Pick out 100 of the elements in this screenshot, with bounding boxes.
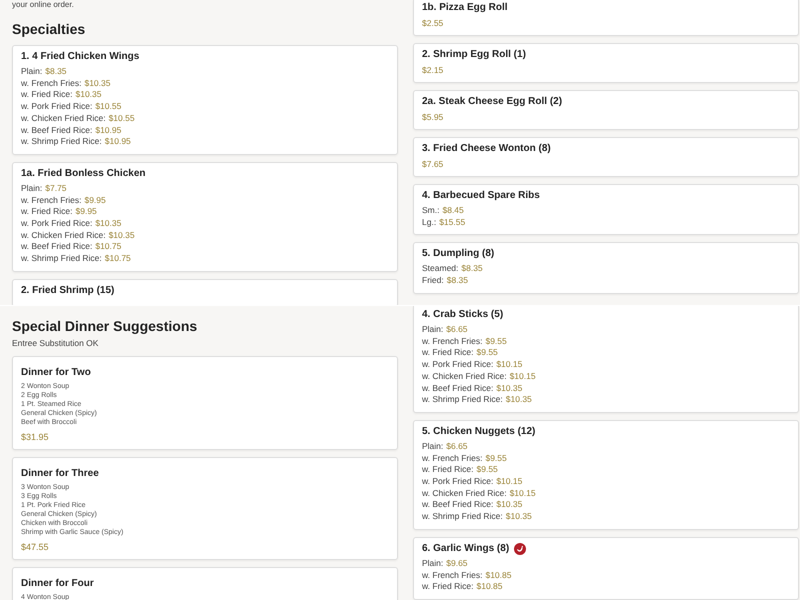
price: $10.35 (108, 230, 135, 242)
intro-text: your online order. (12, 0, 75, 10)
option-label: w. Pork Fried Rice: (422, 359, 494, 371)
price: $10.35 (496, 382, 522, 394)
option-label: Sm.: (422, 205, 440, 217)
dinner-name: Dinner for Two (21, 367, 91, 379)
dinner-name: Dinner for Four (21, 578, 94, 590)
section-heading: Specialties (12, 21, 86, 38)
price: $6.65 (446, 324, 468, 336)
option-label: Plain: (422, 324, 444, 336)
option-label: w. Shrimp Fried Rice: (21, 253, 102, 265)
item-name: 1a. Fried Bonless Chicken (21, 168, 146, 180)
price: $9.95 (76, 206, 97, 218)
price: $10.95 (95, 124, 122, 136)
price: $10.85 (476, 581, 502, 593)
item-name: 5. Dumpling (8) (422, 248, 494, 260)
menu-item-card[interactable]: 4. Crab Sticks (5) Plain: $6.65 w. French Fries: $9.55 w. Fried Rice: $9.55 w. Pork Fried Rice: $10.15 w. Chicken Fried Rice: $10.15 w. Beef Fried Rice: $10.35 w. Shrimp Fried Rice: $10.35 (413, 306, 799, 413)
price: $10.75 (95, 241, 122, 254)
price: $10.15 (510, 370, 536, 383)
price: $5.95 (422, 111, 444, 123)
item-name: 2. Shrimp Egg Roll (1) (422, 49, 526, 61)
item-name: 2a. Steak Cheese Egg Roll (2) (422, 96, 562, 108)
option-label: w. Shrimp Fried Rice: (422, 511, 503, 523)
option-label: w. French Fries: (422, 336, 482, 348)
menu-item-card[interactable]: 5. Dumpling (8) Steamed: $8.35 Fried: $8.35 (413, 242, 799, 294)
price: $8.45 (442, 205, 464, 217)
menu-item-card[interactable]: 3. Fried Cheese Wonton (8) $7.65 (413, 137, 799, 177)
option-label: Fried: (422, 275, 444, 287)
price: $10.85 (485, 570, 512, 582)
option-label: w. Fried Rice: (422, 464, 474, 476)
menu-item-card[interactable]: 2. Fried Shrimp (15) (12, 278, 398, 305)
price: $10.55 (95, 101, 122, 113)
price: $8.35 (45, 66, 67, 78)
option-label: Plain: (21, 66, 42, 78)
option-label: w. Shrimp Fried Rice: (21, 136, 102, 148)
option-label: w. Beef Fried Rice: (21, 124, 92, 136)
menu-item-card[interactable]: 1. 4 Fried Chicken Wings Plain: $8.35 w. French Fries: $10.35 w. Fried Rice: $10.35 w. Pork Fried Rice: $10.55 w. Chicken Fried Rice: $10.55 w. Beef Fried Rice: $10.95 w. Shrimp Fried Rice: $10.95 (12, 45, 398, 155)
price: $6.65 (446, 440, 468, 453)
price: $10.55 (108, 112, 135, 125)
item-name: 6. Garlic Wings (8) (422, 542, 510, 555)
item-name: 2. Fried Shrimp (15) (21, 284, 114, 297)
option-label: Steamed: (422, 263, 458, 276)
option-label: w. Beef Fried Rice: (422, 382, 494, 394)
price: $9.65 (446, 558, 468, 570)
menu-item-card[interactable]: 6. Garlic Wings (8) Plain: $9.65 w. French Fries: $10.85 w. Fried Rice: $10.85 (413, 536, 799, 600)
option-label: Plain: (21, 182, 42, 195)
menu-item-card[interactable]: 1b. Pizza Egg Roll $2.55 (413, 0, 799, 36)
option-label: w. Pork Fried Rice: (21, 218, 92, 230)
option-label: w. French Fries: (21, 194, 82, 206)
item-name: 4. Crab Sticks (5) (422, 309, 504, 321)
price: $10.35 (496, 499, 522, 512)
menu-item-card[interactable]: 2. Shrimp Egg Roll (1) $2.15 (413, 43, 799, 83)
price: $9.95 (84, 194, 106, 206)
section-heading: Special Dinner Suggestions (12, 318, 198, 335)
menu-item-card[interactable]: 1a. Fried Bonless Chicken Plain: $7.75 w. French Fries: $9.95 w. Fried Rice: $9.95 w. Pork Fried Rice: $10.35 w. Chicken Fried Rice: $10.35 w. Beef Fried Rice: $10.75 w. Shrimp Fried Rice: $10.75 (12, 162, 398, 272)
option-label: w. Fried Rice: (422, 581, 474, 593)
option-label: w. Chicken Fried Rice: (21, 112, 106, 125)
price: $10.95 (104, 136, 131, 148)
option-label: w. French Fries: (21, 78, 82, 90)
price: $9.55 (476, 464, 498, 476)
item-name: 4. Barbecued Spare Ribs (422, 190, 540, 202)
price: $10.35 (506, 511, 532, 523)
price: $47.55 (21, 542, 49, 553)
item-name: 1. 4 Fried Chicken Wings (21, 51, 140, 63)
option-label: w. Pork Fried Rice: (21, 101, 92, 113)
option-label: w. Beef Fried Rice: (422, 499, 494, 512)
option-label: w. Beef Fried Rice: (21, 241, 92, 254)
item-name: 5. Chicken Nuggets (12) (422, 426, 536, 438)
option-label: Plain: (422, 558, 444, 570)
price: $10.15 (510, 488, 536, 500)
price: $15.55 (439, 216, 466, 228)
option-label: w. Fried Rice: (422, 347, 474, 360)
menu-item-card[interactable]: 2a. Steak Cheese Egg Roll (2) $5.95 (413, 90, 799, 130)
option-label: w. Chicken Fried Rice: (422, 488, 507, 500)
dinner-name: Dinner for Three (21, 468, 99, 480)
price: $9.55 (485, 452, 507, 464)
option-label: w. French Fries: (422, 452, 482, 464)
section-note: Entree Substitution OK (12, 338, 100, 349)
option-label: w. Chicken Fried Rice: (422, 370, 507, 383)
price: $10.35 (84, 78, 110, 90)
item-name: 1b. Pizza Egg Roll (422, 2, 508, 14)
option-label: w. French Fries: (422, 570, 482, 582)
option-label: w. Chicken Fried Rice: (21, 230, 106, 242)
price: $7.65 (422, 158, 444, 170)
price: $10.35 (506, 394, 532, 406)
price: $9.55 (476, 347, 498, 360)
menu-item-card[interactable]: 4. Barbecued Spare Ribs Sm.: $8.45 Lg.: $15.55 (413, 184, 799, 236)
price: $8.35 (446, 275, 468, 287)
price: $10.15 (496, 359, 522, 371)
option-label: w. Fried Rice: (21, 89, 72, 102)
menu-item-card[interactable]: 5. Chicken Nuggets (12) Plain: $6.65 w. French Fries: $9.55 w. Fried Rice: $9.55 w. Pork Fried Rice: $10.15 w. Chicken Fried Rice: $10.15 w. Beef Fried Rice: $10.35 w. Shrimp Fried Rice: $10.35 (413, 420, 799, 530)
price: $7.75 (45, 182, 67, 195)
option-label: w. Fried Rice: (21, 206, 72, 218)
price: $2.15 (422, 64, 444, 76)
price: $2.55 (422, 17, 444, 29)
option-label: Plain: (422, 440, 444, 453)
price: $10.75 (104, 253, 131, 265)
price: $31.95 (21, 432, 49, 443)
option-label: w. Pork Fried Rice: (422, 476, 494, 488)
price: $10.35 (95, 218, 122, 230)
